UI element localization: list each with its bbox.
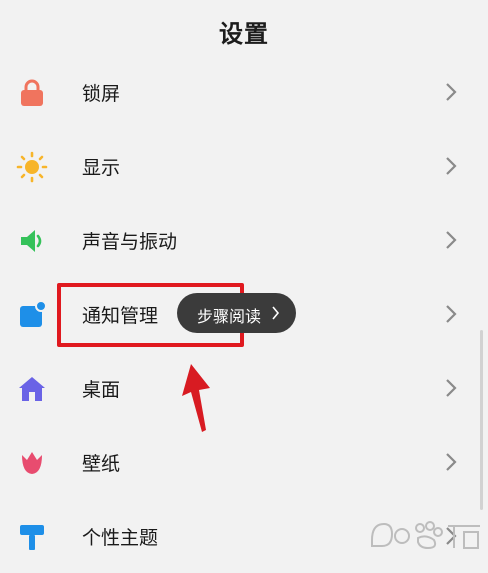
baidu-jingyan-watermark <box>368 512 484 558</box>
tulip-icon <box>16 447 48 479</box>
chevron-right-icon <box>444 82 458 102</box>
settings-item-sound-vibration[interactable]: 声音与振动 <box>0 203 488 277</box>
settings-item-label: 显示 <box>82 157 121 179</box>
page-title: 设置 <box>219 20 269 48</box>
lock-icon <box>16 77 48 109</box>
header: 设置 <box>0 0 488 60</box>
paint-roller-icon <box>16 521 48 553</box>
step-reading-label: 步骤阅读 <box>197 307 262 326</box>
notification-icon <box>16 299 48 331</box>
chevron-right-icon <box>444 304 458 324</box>
settings-item-wallpaper[interactable]: 壁纸 <box>0 425 488 499</box>
step-reading-button[interactable]: 步骤阅读 <box>177 293 296 333</box>
settings-item-label: 壁纸 <box>82 453 121 475</box>
annotation-arrow-icon <box>178 362 214 434</box>
home-icon <box>16 373 48 405</box>
chevron-right-icon <box>271 306 280 320</box>
sun-icon <box>16 151 48 183</box>
chevron-right-icon <box>444 230 458 250</box>
settings-item-display[interactable]: 显示 <box>0 129 488 203</box>
settings-item-label: 个性主题 <box>82 527 159 549</box>
chevron-right-icon <box>444 378 458 398</box>
settings-item-label: 桌面 <box>82 379 121 401</box>
speaker-icon <box>16 225 48 257</box>
settings-item-lock-screen[interactable]: 锁屏 <box>0 55 488 129</box>
settings-item-label: 声音与振动 <box>82 231 178 253</box>
scrollbar[interactable] <box>480 330 483 510</box>
chevron-right-icon <box>444 156 458 176</box>
settings-item-label: 锁屏 <box>82 83 121 105</box>
settings-item-desktop[interactable]: 桌面 <box>0 351 488 425</box>
chevron-right-icon <box>444 452 458 472</box>
